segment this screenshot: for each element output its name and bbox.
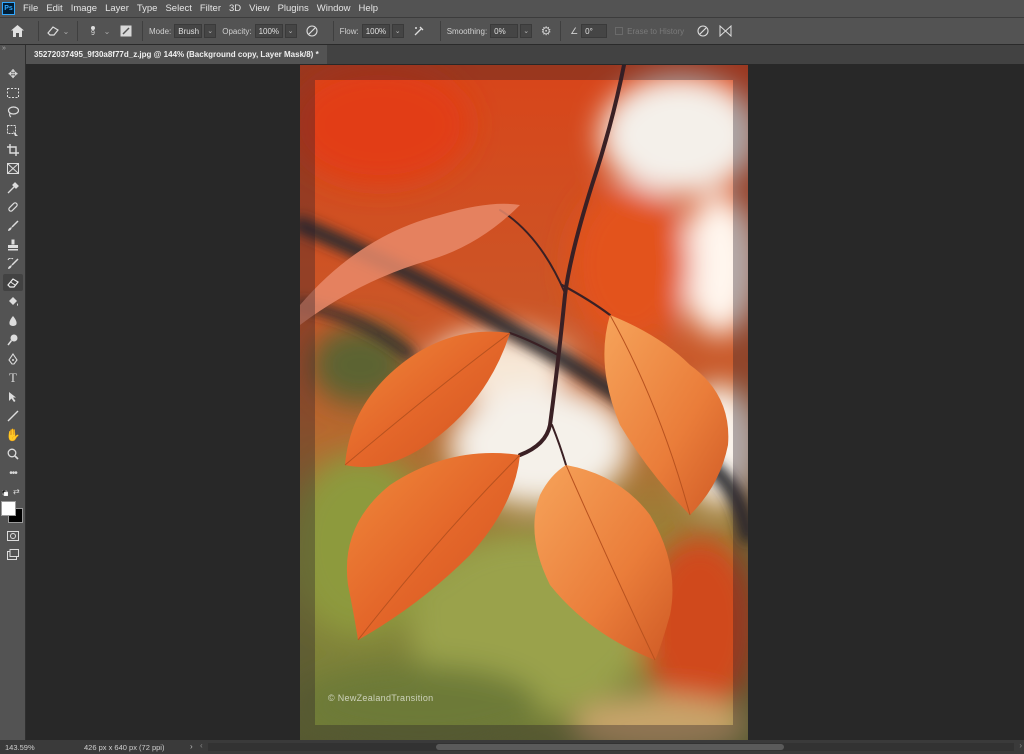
- photo-watermark: © NewZealandTransition: [328, 693, 434, 703]
- separator: [439, 21, 441, 41]
- opacity-label: Opacity:: [222, 26, 252, 36]
- preset-chevron-down-icon[interactable]: ⌄: [61, 27, 71, 36]
- status-bar: 143.59% 426 px x 640 px (72 ppi) › ‹ ›: [0, 740, 1024, 754]
- more-tools-icon[interactable]: •••: [3, 465, 23, 482]
- menu-type[interactable]: Type: [137, 3, 158, 14]
- autumn-leaves-photo: [300, 65, 748, 740]
- menu-view[interactable]: View: [249, 3, 269, 14]
- menu-image[interactable]: Image: [71, 3, 97, 14]
- photoshop-logo-icon[interactable]: Ps: [2, 2, 15, 15]
- menu-bar: Ps File Edit Image Layer Type Select Fil…: [0, 0, 1024, 17]
- brush-size-value: 9: [91, 29, 95, 37]
- collapse-toolbar-icon[interactable]: »: [2, 45, 6, 52]
- history-brush-tool-icon[interactable]: [3, 255, 23, 272]
- smoothing-label: Smoothing:: [446, 26, 488, 36]
- options-bar: ⌄ 9 ⌄ Mode: Brush ⌄ Opacity: 100% ⌄ Flow…: [0, 17, 1024, 45]
- swap-colors-icon[interactable]: ⇄: [13, 487, 20, 496]
- menu-filter[interactable]: Filter: [200, 3, 221, 14]
- screen-mode-icon[interactable]: [3, 546, 23, 563]
- pressure-opacity-icon[interactable]: [303, 25, 321, 37]
- erase-history-checkbox[interactable]: [615, 27, 624, 35]
- quick-mask-icon[interactable]: [3, 527, 23, 544]
- pressure-size-icon[interactable]: [694, 25, 712, 37]
- mode-chevron-down-icon[interactable]: ⌄: [204, 24, 217, 38]
- path-select-tool-icon[interactable]: [3, 388, 23, 405]
- smoothing-chevron-down-icon[interactable]: ⌄: [520, 24, 533, 38]
- flow-field[interactable]: 100%: [361, 24, 390, 38]
- default-colors-icon[interactable]: [1, 488, 9, 497]
- menu-window[interactable]: Window: [317, 3, 351, 14]
- separator: [38, 21, 39, 41]
- crop-tool-icon[interactable]: [3, 141, 23, 158]
- menu-3d[interactable]: 3D: [229, 3, 241, 14]
- zoom-level[interactable]: 143.59%: [0, 743, 54, 752]
- menu-layer[interactable]: Layer: [105, 3, 129, 14]
- blur-tool-icon[interactable]: [3, 312, 23, 329]
- canvas-area[interactable]: © NewZealandTransition: [26, 64, 1024, 740]
- eyedropper-tool-icon[interactable]: [3, 179, 23, 196]
- separator: [142, 21, 143, 41]
- document-tab[interactable]: 35272037495_9f30a8f77d_z.jpg @ 144% (Bac…: [26, 45, 327, 64]
- menu-file[interactable]: File: [23, 3, 38, 14]
- scroll-right-icon[interactable]: ›: [1019, 741, 1022, 750]
- scroll-left-icon[interactable]: ‹: [200, 741, 203, 750]
- home-icon[interactable]: [2, 25, 32, 37]
- menu-help[interactable]: Help: [359, 3, 379, 14]
- clone-stamp-tool-icon[interactable]: [3, 236, 23, 253]
- menu-plugins[interactable]: Plugins: [278, 3, 309, 14]
- frame-tool-icon[interactable]: [3, 160, 23, 177]
- document-tab-bar: 35272037495_9f30a8f77d_z.jpg @ 144% (Bac…: [26, 45, 1024, 64]
- tools-panel: » ✥ T ✋ ••• ⇄: [0, 45, 26, 740]
- opacity-chevron-down-icon[interactable]: ⌄: [284, 24, 297, 38]
- type-tool-icon[interactable]: T: [3, 369, 23, 386]
- angle-field[interactable]: 0°: [581, 24, 608, 38]
- status-menu-chevron-right-icon[interactable]: ›: [190, 742, 193, 751]
- pen-tool-icon[interactable]: [3, 350, 23, 367]
- smoothing-field[interactable]: 0%: [490, 24, 519, 38]
- brush-size-picker[interactable]: 9: [84, 25, 102, 37]
- mode-select[interactable]: Brush: [174, 24, 203, 38]
- opacity-field[interactable]: 100%: [254, 24, 283, 38]
- separator: [332, 21, 334, 41]
- object-select-tool-icon[interactable]: [3, 122, 23, 139]
- move-tool-icon[interactable]: ✥: [3, 65, 23, 82]
- menu-edit[interactable]: Edit: [46, 3, 62, 14]
- separator: [77, 21, 78, 41]
- horizontal-scrollbar[interactable]: ‹ ›: [200, 741, 1022, 751]
- mode-label: Mode:: [149, 26, 172, 36]
- paint-bucket-tool-icon[interactable]: [3, 293, 23, 310]
- healing-brush-tool-icon[interactable]: [3, 198, 23, 215]
- airbrush-icon[interactable]: [410, 25, 428, 37]
- lasso-tool-icon[interactable]: [3, 103, 23, 120]
- smoothing-settings-gear-icon[interactable]: ⚙: [538, 24, 554, 38]
- document-image[interactable]: © NewZealandTransition: [300, 65, 748, 740]
- foreground-color-swatch[interactable]: [1, 501, 16, 516]
- hand-tool-icon[interactable]: ✋: [3, 426, 23, 443]
- brush-chevron-down-icon[interactable]: ⌄: [102, 27, 112, 36]
- line-tool-icon[interactable]: [3, 407, 23, 424]
- menu-select[interactable]: Select: [165, 3, 191, 14]
- flow-chevron-down-icon[interactable]: ⌄: [391, 24, 404, 38]
- symmetry-butterfly-icon[interactable]: [716, 25, 734, 37]
- dodge-tool-icon[interactable]: [3, 331, 23, 348]
- brush-settings-panel-icon[interactable]: [116, 25, 136, 37]
- eraser-tool-icon[interactable]: [3, 274, 23, 291]
- erase-history-label: Erase to History: [627, 26, 685, 36]
- eraser-preset-icon[interactable]: [45, 26, 61, 36]
- angle-icon: ∠: [570, 25, 579, 36]
- scrollbar-thumb[interactable]: [436, 744, 784, 750]
- separator: [560, 21, 562, 41]
- brush-tool-icon[interactable]: [3, 217, 23, 234]
- document-info: 426 px x 640 px (72 ppi): [84, 742, 165, 752]
- marquee-tool-icon[interactable]: [3, 84, 23, 101]
- zoom-tool-icon[interactable]: [3, 445, 23, 462]
- flow-label: Flow:: [339, 26, 359, 36]
